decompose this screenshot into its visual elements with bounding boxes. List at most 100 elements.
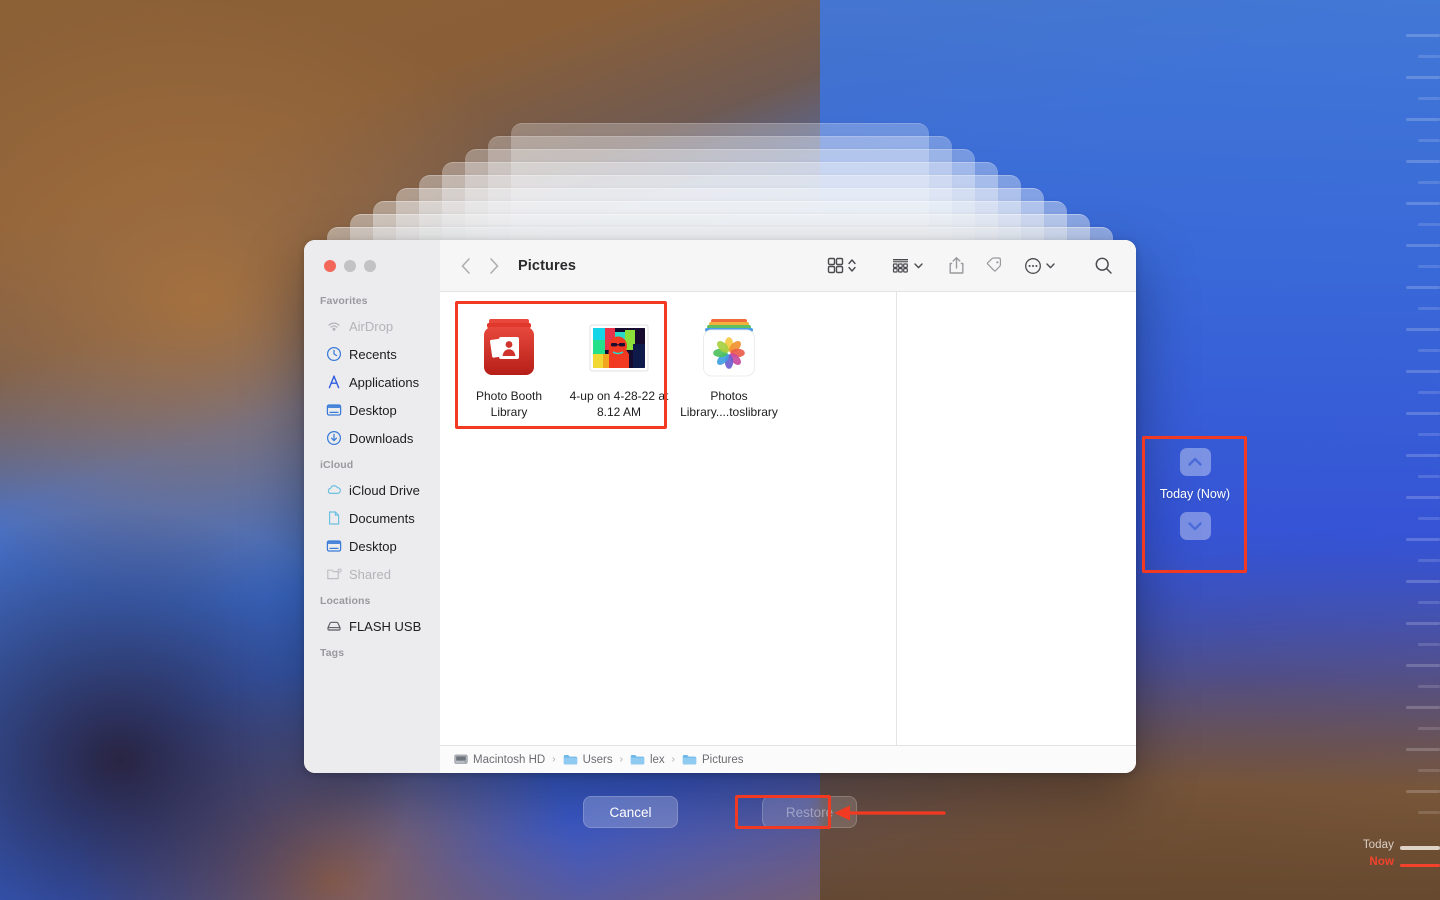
- finder-preview-pane: [896, 292, 1136, 745]
- sidebar-item-applications[interactable]: Applications: [311, 368, 433, 396]
- sidebar-item-shared[interactable]: Shared: [311, 560, 433, 588]
- time-machine-up-button[interactable]: [1179, 448, 1211, 476]
- close-window-button[interactable]: [324, 260, 336, 272]
- path-segment-label: lex: [649, 753, 665, 766]
- timeline-tick[interactable]: [1418, 55, 1440, 58]
- search-icon: [1094, 256, 1113, 275]
- timeline-tick[interactable]: [1418, 517, 1440, 520]
- timeline-tick[interactable]: [1406, 76, 1440, 79]
- timeline-tick[interactable]: [1406, 412, 1440, 415]
- file-item[interactable]: 4-up on 4-28-22 at 8.12 AM: [564, 308, 674, 420]
- search-button[interactable]: [1089, 252, 1118, 279]
- maximize-window-button[interactable]: [364, 260, 376, 272]
- finder-window-body: Favorites AirDrop Recents Applications Deskt…: [304, 240, 1136, 773]
- group-by-button[interactable]: [886, 253, 929, 278]
- sidebar-item-recents[interactable]: Recents: [311, 340, 433, 368]
- share-button[interactable]: [943, 252, 970, 279]
- document-icon: [326, 510, 342, 526]
- sidebar-item-desktop[interactable]: Desktop: [311, 532, 433, 560]
- timeline-tick[interactable]: [1418, 643, 1440, 646]
- sidebar-item-flash-usb[interactable]: FLASH USB: [311, 612, 433, 640]
- time-machine-timeline[interactable]: Today Now: [1363, 0, 1440, 900]
- downloads-icon: [326, 430, 342, 446]
- shared-icon: [326, 566, 342, 582]
- finder-toolbar: Pictures: [440, 240, 1136, 292]
- timeline-tick[interactable]: [1406, 706, 1440, 709]
- timeline-tick[interactable]: [1418, 97, 1440, 100]
- timeline-tick[interactable]: [1418, 181, 1440, 184]
- timeline-tick[interactable]: [1406, 454, 1440, 457]
- timeline-tick[interactable]: [1418, 307, 1440, 310]
- path-segment-label: Users: [582, 753, 613, 766]
- folder-icon: [682, 753, 697, 766]
- timeline-tick[interactable]: [1406, 160, 1440, 163]
- timeline-tick[interactable]: [1406, 286, 1440, 289]
- sidebar-item-documents[interactable]: Documents: [311, 504, 433, 532]
- timeline-tick[interactable]: [1418, 559, 1440, 562]
- timeline-tick[interactable]: [1418, 265, 1440, 268]
- restore-button[interactable]: Restore: [762, 796, 857, 828]
- timeline-tick[interactable]: [1418, 685, 1440, 688]
- timeline-tick[interactable]: [1418, 223, 1440, 226]
- time-machine-down-button[interactable]: [1179, 512, 1211, 540]
- timeline-now-tick[interactable]: [1400, 864, 1440, 867]
- timeline-tick[interactable]: [1406, 496, 1440, 499]
- path-segment-label: Macintosh HD: [473, 753, 546, 766]
- finder-icon-view[interactable]: Photo Booth Library 4-up on 4-28-22 at 8…: [440, 292, 896, 745]
- more-actions-button[interactable]: [1019, 253, 1061, 279]
- navigation-arrows: [460, 257, 500, 275]
- back-button[interactable]: [460, 257, 471, 275]
- path-separator-icon: ›: [552, 754, 556, 765]
- file-item[interactable]: Photo Booth Library: [454, 308, 564, 420]
- timeline-tick[interactable]: [1406, 328, 1440, 331]
- timeline-tick[interactable]: [1418, 391, 1440, 394]
- tag-button[interactable]: [980, 253, 1009, 278]
- timeline-tick[interactable]: [1406, 370, 1440, 373]
- photo-thumbnail-icon: [589, 314, 649, 382]
- timeline-today-tick[interactable]: [1400, 846, 1440, 850]
- timeline-tick[interactable]: [1418, 433, 1440, 436]
- sidebar-item-icloud-drive[interactable]: iCloud Drive: [311, 476, 433, 504]
- path-segment-users[interactable]: Users: [563, 753, 613, 766]
- sidebar-section-header: Tags: [320, 647, 345, 659]
- file-item[interactable]: Photos Library....toslibrary: [674, 308, 784, 420]
- path-segment-macintosh-hd[interactable]: Macintosh HD: [454, 753, 545, 766]
- timeline-tick[interactable]: [1418, 139, 1440, 142]
- timeline-tick[interactable]: [1418, 727, 1440, 730]
- sidebar-section-header: Favorites: [320, 295, 368, 307]
- timeline-tick[interactable]: [1418, 601, 1440, 604]
- timeline-tick[interactable]: [1406, 580, 1440, 583]
- timeline-tick[interactable]: [1406, 622, 1440, 625]
- cancel-button[interactable]: Cancel: [583, 796, 678, 828]
- file-grid-row: Photo Booth Library 4-up on 4-28-22 at 8…: [440, 308, 896, 420]
- view-grid-button[interactable]: [822, 253, 862, 278]
- timeline-tick[interactable]: [1418, 349, 1440, 352]
- sidebar-item-airdrop[interactable]: AirDrop: [311, 312, 433, 340]
- sidebar-item-label: iCloud Drive: [349, 482, 420, 498]
- timeline-tick[interactable]: [1406, 748, 1440, 751]
- share-icon: [948, 256, 965, 275]
- forward-button[interactable]: [489, 257, 500, 275]
- chevron-updown-icon: [847, 257, 857, 274]
- window-title: Pictures: [518, 257, 577, 274]
- path-segment-lex[interactable]: lex: [630, 753, 665, 766]
- timeline-tick[interactable]: [1418, 811, 1440, 814]
- timeline-tick[interactable]: [1406, 118, 1440, 121]
- timeline-tick[interactable]: [1418, 475, 1440, 478]
- timeline-tick[interactable]: [1406, 244, 1440, 247]
- timeline-tick[interactable]: [1406, 34, 1440, 37]
- sidebar-item-downloads[interactable]: Downloads: [311, 424, 433, 452]
- sidebar-item-label: Desktop: [349, 538, 397, 554]
- timeline-tick[interactable]: [1406, 664, 1440, 667]
- path-segment-pictures[interactable]: Pictures: [682, 753, 744, 766]
- file-name-label: 4-up on 4-28-22 at 8.12 AM: [569, 389, 669, 419]
- minimize-window-button[interactable]: [344, 260, 356, 272]
- hard-drive-icon: [454, 753, 468, 766]
- timeline-tick[interactable]: [1418, 769, 1440, 772]
- path-bar: Macintosh HD › Users › lex › Pictures: [440, 745, 1136, 773]
- finder-sidebar: Favorites AirDrop Recents Applications Deskt…: [304, 240, 440, 773]
- timeline-tick[interactable]: [1406, 202, 1440, 205]
- timeline-tick[interactable]: [1406, 790, 1440, 793]
- sidebar-item-desktop[interactable]: Desktop: [311, 396, 433, 424]
- timeline-tick[interactable]: [1406, 538, 1440, 541]
